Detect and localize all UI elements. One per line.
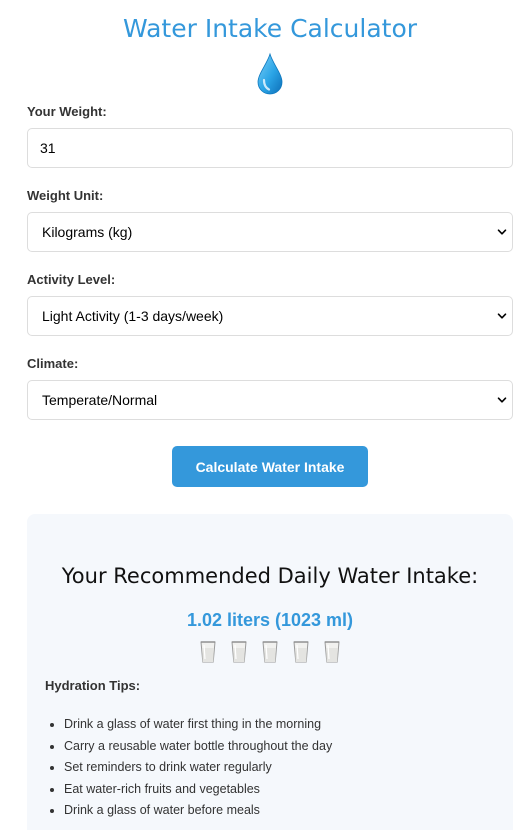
glass-icon <box>324 641 340 663</box>
climate-select[interactable]: Temperate/Normal <box>27 380 513 420</box>
weight-unit-select[interactable]: Kilograms (kg) <box>27 212 513 252</box>
glass-icon <box>262 641 278 663</box>
chevron-down-icon <box>497 397 507 403</box>
glass-icon <box>231 641 247 663</box>
climate-label: Climate: <box>27 356 79 371</box>
result-heading: Your Recommended Daily Water Intake: <box>61 564 479 588</box>
chevron-down-icon <box>497 229 507 235</box>
tip-item: Set reminders to drink water regularly <box>64 757 332 779</box>
climate-selected: Temperate/Normal <box>42 392 158 408</box>
weight-label: Your Weight: <box>27 104 107 119</box>
tip-item: Drink a glass of water before meals <box>64 800 332 822</box>
page-title: Water Intake Calculator <box>122 14 418 43</box>
weight-unit-label: Weight Unit: <box>27 188 104 203</box>
weight-input[interactable]: 31 <box>27 128 513 168</box>
tip-item: Eat water-rich fruits and vegetables <box>64 779 332 801</box>
water-intake-page: Water Intake Calculator Your Weight: 31 … <box>0 0 532 830</box>
water-drop-icon <box>257 52 283 95</box>
activity-level-select[interactable]: Light Activity (1-3 days/week) <box>27 296 513 336</box>
tip-item: Drink a glass of water first thing in th… <box>64 714 332 736</box>
weight-unit-selected: Kilograms (kg) <box>42 224 133 240</box>
result-value: 1.02 liters (1023 ml) <box>186 610 354 630</box>
glass-icon <box>200 641 216 663</box>
glass-icon <box>293 641 309 663</box>
activity-level-label: Activity Level: <box>27 272 116 287</box>
tips-list: Drink a glass of water first thing in th… <box>45 714 332 822</box>
chevron-down-icon <box>497 313 507 319</box>
glasses-row <box>199 640 349 666</box>
calculate-button[interactable]: Calculate Water Intake <box>172 446 368 487</box>
tip-item: Carry a reusable water bottle throughout… <box>64 736 332 758</box>
tips-title: Hydration Tips: <box>45 678 141 693</box>
weight-input-value: 31 <box>40 140 56 156</box>
activity-level-selected: Light Activity (1-3 days/week) <box>42 308 224 324</box>
